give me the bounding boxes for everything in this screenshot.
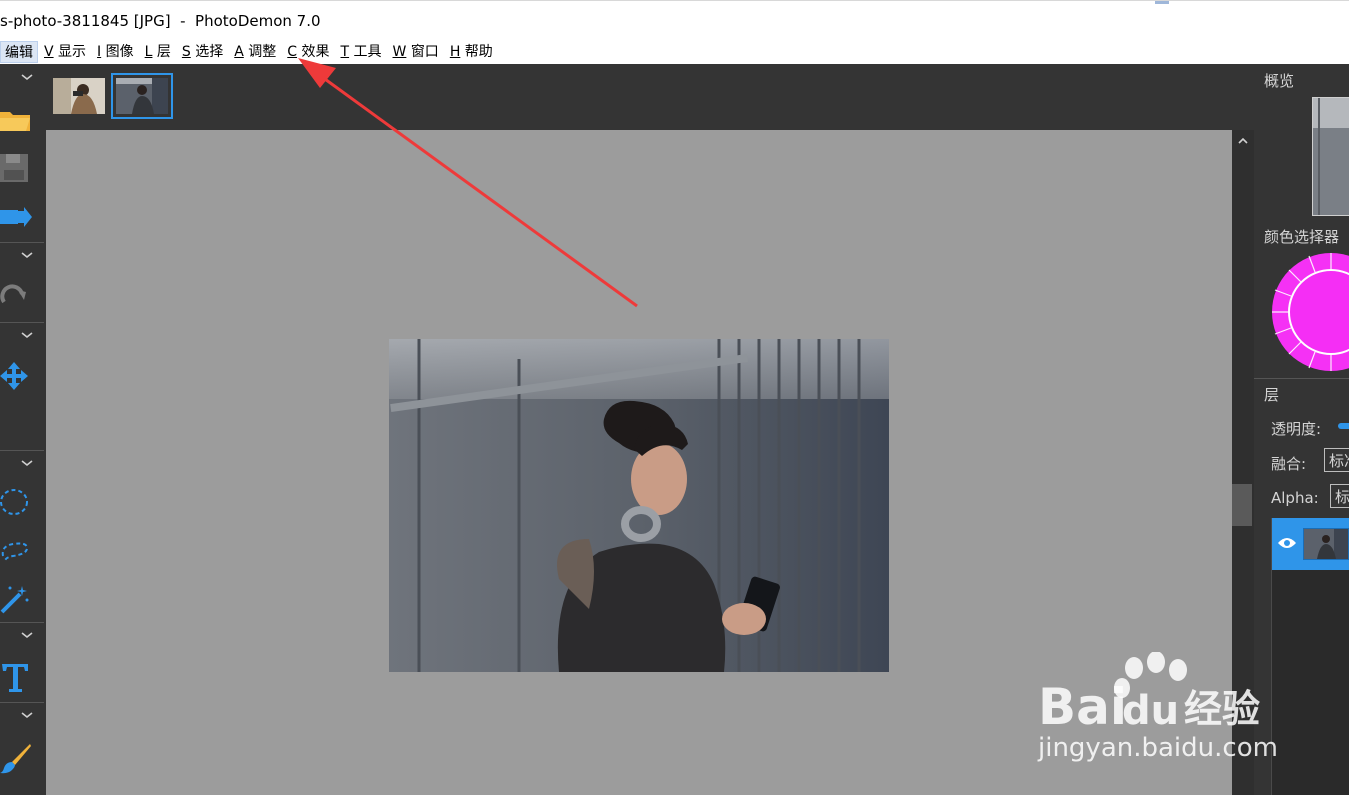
menu-tools[interactable]: T 工具 [336, 41, 387, 63]
menu-window[interactable]: W 窗口 [388, 41, 444, 63]
image-thumbnail [116, 78, 168, 114]
menu-adjust[interactable]: A 调整 [229, 41, 281, 63]
open-folder-icon[interactable] [0, 104, 32, 136]
chevron-up-icon[interactable] [1237, 136, 1249, 146]
menu-bar: 编辑 V 显示 I 图像 L 层 S 选择 A 调整 C 效果 T 工具 W 窗… [0, 40, 1349, 64]
image-thumbnail-tab[interactable] [53, 78, 105, 114]
opacity-slider[interactable] [1338, 423, 1349, 429]
menu-select[interactable]: S 选择 [177, 41, 228, 63]
move-tool-icon[interactable] [0, 360, 32, 392]
save-icon[interactable] [0, 152, 32, 184]
color-wheel[interactable] [1271, 252, 1349, 372]
title-bar: s-photo-3811845 [JPG] - PhotoDemon 7.0 [0, 0, 1349, 40]
canvas-image[interactable] [389, 339, 889, 672]
menu-edit[interactable]: 编辑 [0, 41, 38, 63]
alpha-mode-label: Alpha: [1271, 489, 1319, 507]
export-icon[interactable] [0, 202, 32, 234]
lasso-select-icon[interactable] [0, 534, 32, 566]
window-title: s-photo-3811845 [JPG] - PhotoDemon 7.0 [0, 12, 321, 30]
menu-help[interactable]: H 帮助 [445, 41, 498, 63]
chevron-down-icon[interactable] [20, 710, 34, 720]
magic-wand-icon[interactable] [0, 582, 32, 614]
menu-image[interactable]: I 图像 [92, 41, 139, 63]
layer-thumbnail-image [1304, 529, 1348, 559]
alpha-mode-dropdown[interactable]: 标准 [1330, 484, 1349, 508]
layer-thumbnail [1303, 528, 1349, 560]
toolbox-divider [0, 450, 44, 451]
overview-navigator[interactable] [1312, 97, 1349, 216]
scrollbar-thumb[interactable] [1232, 484, 1252, 526]
toolbox-divider [0, 322, 44, 323]
menu-effects[interactable]: C 效果 [282, 41, 334, 63]
paintbrush-icon[interactable] [0, 742, 32, 774]
window-control-hint [1155, 1, 1169, 4]
text-tool-icon[interactable] [0, 662, 32, 694]
overview-panel-title: 概览 [1264, 72, 1295, 90]
layer-row-selected[interactable] [1272, 518, 1349, 570]
chevron-down-icon[interactable] [20, 72, 34, 82]
chevron-down-icon[interactable] [20, 458, 34, 468]
panel-divider [1254, 378, 1349, 379]
watermark-brand-tail: du [1122, 688, 1179, 734]
watermark-cn-text: 经验 [1184, 687, 1260, 731]
blend-mode-label: 融合: [1271, 455, 1307, 473]
chevron-down-icon[interactable] [20, 630, 34, 640]
color-picker-panel-title: 颜色选择器 [1264, 228, 1340, 246]
overview-preview-image [1313, 98, 1349, 215]
layers-panel-title: 层 [1264, 386, 1280, 404]
toolbox-divider [0, 702, 44, 703]
menu-layer[interactable]: L 层 [140, 41, 176, 63]
watermark-url: jingyan.baidu.com [1038, 733, 1278, 763]
chevron-down-icon[interactable] [20, 250, 34, 260]
image-thumbnail-tab-active[interactable] [111, 73, 173, 119]
redo-icon[interactable] [0, 280, 32, 312]
toolbox [0, 64, 47, 795]
blend-mode-dropdown[interactable]: 标准 [1324, 448, 1349, 472]
chevron-down-icon[interactable] [20, 330, 34, 340]
watermark-brand: Bai [1038, 678, 1127, 736]
eye-visibility-icon[interactable] [1277, 536, 1297, 550]
toolbox-divider [0, 622, 44, 623]
menu-view[interactable]: V 显示 [39, 41, 91, 63]
ellipse-select-icon[interactable] [0, 486, 32, 518]
toolbox-divider [0, 242, 44, 243]
image-thumbnail [53, 78, 105, 114]
opacity-label: 透明度: [1271, 420, 1322, 438]
image-tabstrip [46, 64, 1254, 130]
